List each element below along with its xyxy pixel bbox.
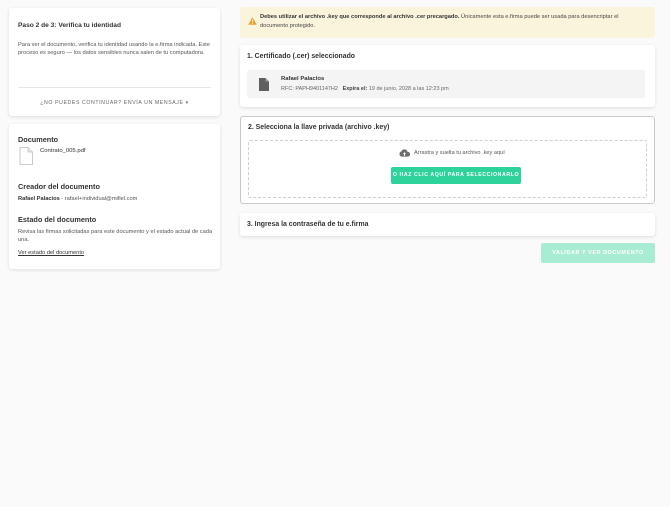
password-card[interactable]: 3. Ingresa la contraseña de tu e.firma	[240, 213, 655, 236]
creator-name: Rafael Palacios	[18, 196, 60, 202]
warning-banner: Debes utilizar el archivo .key que corre…	[240, 7, 655, 38]
certificate-expires-label: Expira el:	[342, 86, 368, 92]
certificate-card: 1. Certificado (.cer) seleccionado Rafae…	[240, 45, 655, 107]
view-status-link[interactable]: Ver estado del documento	[18, 250, 84, 256]
status-description: Revisa las firmas solicitadas para este …	[18, 229, 213, 244]
warning-bold-text: Debes utilizar el archivo .key que corre…	[260, 14, 460, 20]
validate-view-document-button[interactable]: VALIDAR Y VER DOCUMENTO	[541, 243, 655, 263]
certificate-expires-value: 19 de junio, 2028 a las 12:23 pm	[367, 86, 449, 92]
document-heading: Documento	[18, 135, 59, 144]
chevron-down-icon: ▾	[185, 100, 189, 106]
cloud-upload-icon	[399, 149, 410, 157]
dropzone-text: Arrastra y suelta tu archivo .key aquí	[414, 150, 505, 156]
document-file-icon	[19, 147, 33, 165]
certificate-meta: RFC: PAPH9401147H2 Expira el: 19 de juni…	[281, 86, 449, 92]
certificate-info-box: Rafael Palacios RFC: PAPH9401147H2 Expir…	[247, 70, 645, 98]
creator-heading: Creador del documento	[18, 182, 100, 191]
help-link-label: ¿NO PUEDES CONTINUAR? ENVÍA UN MENSAJE	[40, 100, 184, 106]
divider	[18, 87, 211, 88]
step-card: Paso 2 de 3: Verifica tu identidad Para …	[9, 8, 220, 116]
status-heading: Estado del documento	[18, 215, 97, 224]
certificate-rfc: RFC: PAPH9401147H2	[281, 86, 338, 92]
creator-email: - rafael+individual@mifiel.com	[59, 196, 138, 202]
certificate-file-icon	[259, 78, 269, 91]
document-file-name[interactable]: Contrato_005.pdf	[40, 148, 86, 154]
certificate-section-title: 1. Certificado (.cer) seleccionado	[247, 53, 355, 60]
private-key-section-title: 2. Selecciona la llave privada (archivo …	[248, 124, 390, 131]
warning-text: Debes utilizar el archivo .key que corre…	[260, 13, 645, 30]
private-key-card: 2. Selecciona la llave privada (archivo …	[240, 116, 655, 204]
certificate-owner-name: Rafael Palacios	[281, 76, 325, 82]
warning-triangle-icon	[248, 17, 257, 25]
step-title: Paso 2 de 3: Verifica tu identidad	[18, 22, 121, 29]
password-section-title: 3. Ingresa la contraseña de tu e.firma	[247, 221, 369, 228]
help-message-link[interactable]: ¿NO PUEDES CONTINUAR? ENVÍA UN MENSAJE ▾	[9, 100, 220, 106]
document-card: Documento Contrato_005.pdf Creador del d…	[9, 124, 220, 269]
creator-info: Rafael Palacios - rafael+individual@mifi…	[18, 196, 137, 202]
key-file-dropzone[interactable]: Arrastra y suelta tu archivo .key aquí O…	[248, 140, 647, 198]
step-description: Para ver el documento, verifica tu ident…	[18, 42, 210, 57]
select-key-file-button[interactable]: O HAZ CLIC AQUÍ PARA SELECCIONARLO	[391, 167, 521, 184]
